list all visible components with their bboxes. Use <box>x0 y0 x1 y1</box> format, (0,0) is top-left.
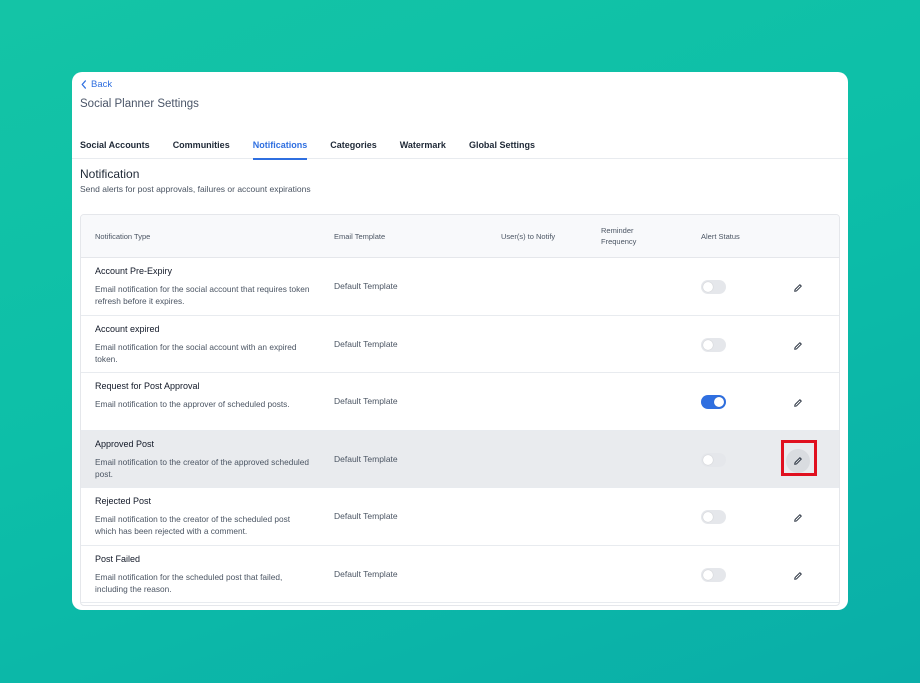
email-template: Default Template <box>334 281 398 291</box>
edit-button[interactable] <box>786 276 810 300</box>
notification-description: Email notification to the creator of the… <box>95 514 291 536</box>
tab-notifications[interactable]: Notifications <box>252 128 307 160</box>
header-reminder-line2: Frequency <box>601 237 637 246</box>
pencil-icon <box>794 341 802 350</box>
edit-button[interactable] <box>786 334 810 358</box>
alert-status-toggle[interactable] <box>701 280 726 294</box>
toggle-knob <box>703 512 713 522</box>
tab-social-accounts[interactable]: Social Accounts <box>80 128 150 159</box>
toggle-knob <box>703 454 713 465</box>
notification-title: Account expired <box>95 323 160 334</box>
header-alert-status: Alert Status <box>701 232 740 241</box>
pencil-icon <box>794 571 802 580</box>
header-notification-type: Notification Type <box>95 232 151 241</box>
back-link[interactable]: Back <box>80 79 112 90</box>
pencil-icon <box>794 284 802 292</box>
header-reminder-frequency: Reminder Frequency <box>601 225 636 247</box>
edit-button[interactable] <box>786 564 810 588</box>
toggle-knob <box>714 397 724 407</box>
pencil-icon <box>794 514 802 522</box>
edit-button[interactable] <box>786 448 810 473</box>
table-row: Post Failed Email notification for the s… <box>81 546 839 603</box>
notification-description: Email notification for the scheduled pos… <box>95 571 283 594</box>
table-row: Request for Post Approval Email notifica… <box>81 373 839 431</box>
notification-description: Email notification to the creator of the… <box>95 456 310 479</box>
table-row: Account Pre-Expiry Email notification fo… <box>81 258 839 316</box>
notification-title: Approved Post <box>95 438 155 449</box>
notifications-table: Notification Type Email Template User(s)… <box>80 214 840 606</box>
alert-status-toggle[interactable] <box>701 337 726 352</box>
edit-button[interactable] <box>786 506 810 530</box>
tab-communities[interactable]: Communities <box>173 128 230 159</box>
header-users-to-notify: User(s) to Notify <box>501 232 556 241</box>
tab-categories[interactable]: Categories <box>330 128 377 159</box>
settings-card: Back Social Planner Settings Social Acco… <box>72 72 848 610</box>
pencil-icon <box>794 456 802 465</box>
table-row: Rejected Post Email notification to the … <box>81 488 839 546</box>
alert-status-toggle[interactable] <box>701 452 726 467</box>
alert-status-toggle[interactable] <box>701 510 726 524</box>
pencil-icon <box>794 399 802 407</box>
section-title: Notification <box>80 167 140 181</box>
alert-status-toggle[interactable] <box>701 395 726 409</box>
tab-global-settings[interactable]: Global Settings <box>469 128 535 159</box>
notification-description: Email notification to the approver of sc… <box>95 399 290 409</box>
email-template: Default Template <box>334 396 398 406</box>
notification-title: Rejected Post <box>95 496 152 506</box>
notification-title: Post Failed <box>95 553 141 564</box>
page-title: Social Planner Settings <box>80 98 199 110</box>
table-row: Approved Post Email notification to the … <box>81 430 839 488</box>
email-template: Default Template <box>334 568 398 579</box>
header-email-template: Email Template <box>334 232 386 241</box>
notification-description: Email notification for the social accoun… <box>95 284 310 306</box>
section-subtitle: Send alerts for post approvals, failures… <box>80 184 311 194</box>
edit-button[interactable] <box>786 391 810 415</box>
alert-status-toggle[interactable] <box>701 567 726 582</box>
email-template: Default Template <box>334 511 398 521</box>
back-label: Back <box>91 79 113 90</box>
email-template: Default Template <box>334 453 398 464</box>
notification-description: Email notification for the social accoun… <box>95 341 297 364</box>
header-reminder-line1: Reminder <box>601 226 634 235</box>
toggle-knob <box>703 569 713 580</box>
toggle-knob <box>703 339 713 350</box>
notification-title: Account Pre-Expiry <box>95 266 173 276</box>
table-row: Account expired Email notification for t… <box>81 316 839 373</box>
tab-bar: Social Accounts Communities Notification… <box>72 128 848 160</box>
table-header: Notification Type Email Template User(s)… <box>81 215 839 258</box>
notification-title: Request for Post Approval <box>95 381 200 391</box>
chevron-left-icon <box>81 80 86 89</box>
email-template: Default Template <box>334 338 398 349</box>
toggle-knob <box>703 282 713 292</box>
tab-watermark[interactable]: Watermark <box>400 128 446 159</box>
